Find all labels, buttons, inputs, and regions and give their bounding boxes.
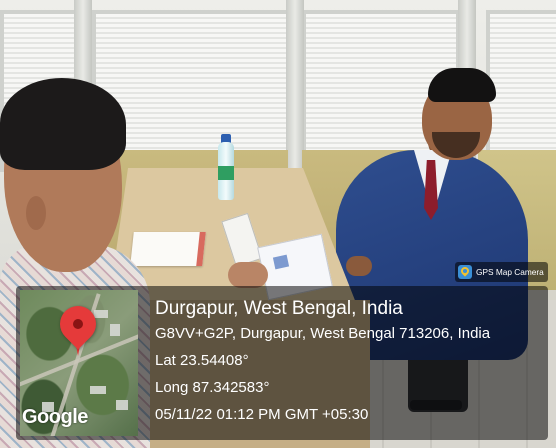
datetime-line: 05/11/22 01:12 PM GMT +05:30 bbox=[155, 406, 369, 423]
interviewer-hair bbox=[0, 78, 126, 170]
map-building bbox=[116, 400, 128, 410]
google-logo: Google bbox=[22, 406, 88, 428]
address-line: G8VV+G2P, Durgapur, West Bengal 713206, … bbox=[155, 325, 491, 342]
map-building bbox=[90, 386, 106, 394]
app-name: GPS Map Camera bbox=[476, 267, 544, 277]
map-building bbox=[110, 324, 120, 336]
notepad bbox=[130, 232, 206, 266]
longitude-line: Long 87.342583° bbox=[155, 379, 270, 396]
gps-map-camera-icon bbox=[458, 265, 472, 279]
window-blinds bbox=[486, 10, 556, 172]
latitude-line: Lat 23.54408° bbox=[155, 352, 249, 369]
satellite-map-thumbnail: Google bbox=[20, 290, 138, 436]
interviewer-hand bbox=[228, 262, 268, 288]
gps-map-camera-badge: GPS Map Camera bbox=[455, 262, 548, 282]
map-building bbox=[94, 310, 108, 318]
photo: GPS Map Camera Google Durgapur, West Ben… bbox=[0, 0, 556, 448]
interviewer-ear bbox=[26, 196, 46, 230]
interviewee-hands bbox=[346, 256, 372, 276]
map-pin-dot bbox=[73, 319, 83, 329]
location-title: Durgapur, West Bengal, India bbox=[155, 298, 403, 319]
bottle-label bbox=[218, 166, 234, 180]
interviewee-hair bbox=[428, 68, 496, 102]
